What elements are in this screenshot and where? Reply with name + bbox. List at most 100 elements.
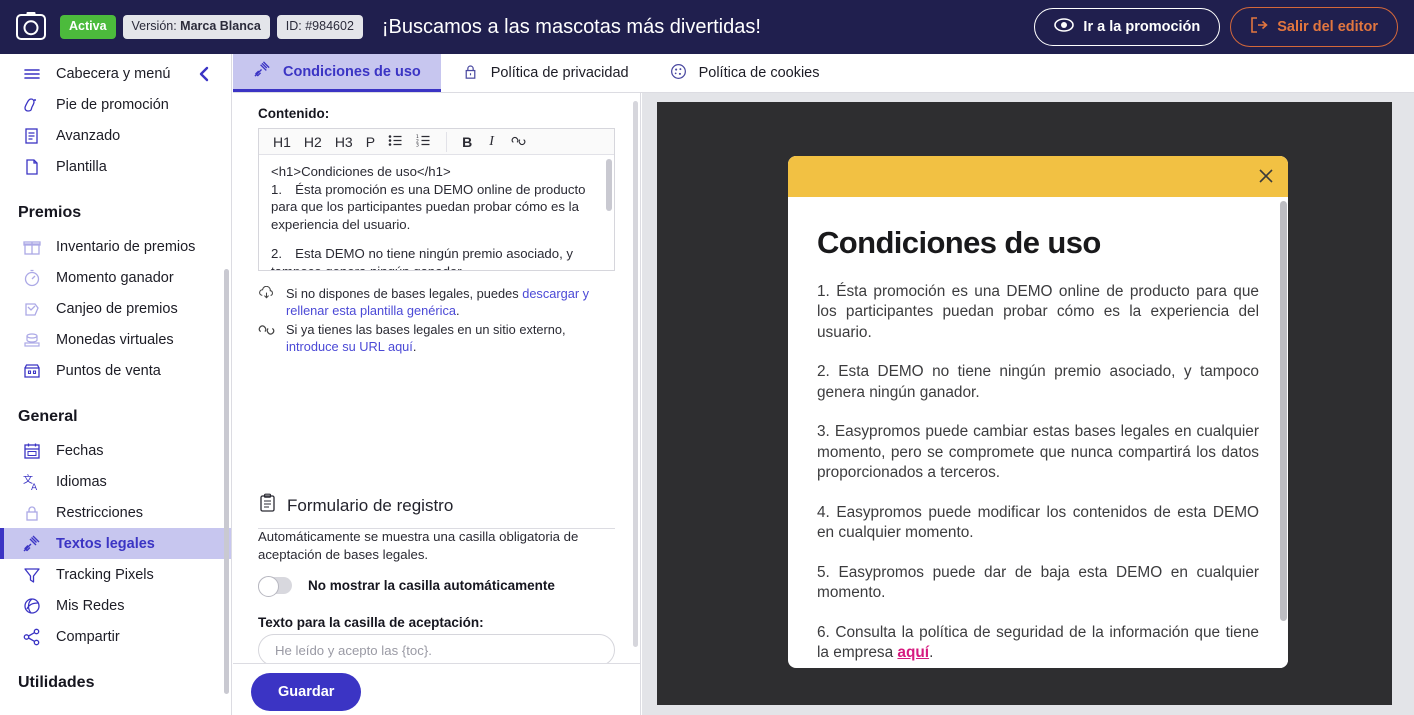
sidebar-item-label: Canjeo de premios [56, 300, 178, 317]
italic-button[interactable]: I [480, 134, 503, 150]
sidebar-item-tracking-pixels[interactable]: Tracking Pixels [0, 559, 231, 590]
sidebar-item-label: Monedas virtuales [56, 331, 174, 348]
modal-title: Condiciones de uso [817, 225, 1101, 260]
sidebar-collapse-button[interactable] [195, 65, 213, 83]
hint-text: Si no dispones de bases legales, puedes … [286, 285, 618, 320]
modal-paragraph: 5. Easypromos puede dar de baja esta DEM… [817, 563, 1259, 602]
sidebar-item-label: Compartir [56, 628, 120, 645]
link-icon [258, 321, 276, 356]
save-button[interactable]: Guardar [251, 673, 362, 711]
bold-button[interactable]: B [457, 134, 477, 150]
network-icon [22, 596, 42, 616]
sidebar-item-mis-redes[interactable]: Mis Redes [0, 590, 231, 621]
calendar-icon [22, 441, 42, 461]
toolbar-divider [446, 131, 448, 152]
sidebar-item-avanzado[interactable]: Avanzado [0, 120, 231, 151]
svg-text:A: A [31, 483, 38, 492]
modal-paragraph: 4. Easypromos puede modificar los conten… [817, 503, 1259, 542]
content-label: Contenido: [258, 106, 330, 121]
editor-scrollbar[interactable] [606, 159, 612, 269]
sidebar-item-label: Restricciones [56, 504, 144, 521]
heading1-button[interactable]: H1 [268, 134, 296, 150]
cloud-download-icon [258, 285, 276, 320]
sidebar-item-fechas[interactable]: Fechas [0, 435, 231, 466]
sidebar-item-puntos-de-venta[interactable]: Puntos de venta [0, 355, 231, 386]
accept-text-input[interactable] [258, 634, 615, 663]
editor-scrollbar-thumb[interactable] [606, 159, 612, 211]
sidebar-item-label: Tracking Pixels [56, 566, 154, 583]
sidebar-item-label: Cabecera y menú [56, 65, 171, 82]
sidebar-item-compartir[interactable]: Compartir [0, 621, 231, 652]
hint-download-template: Si no dispones de bases legales, puedes … [258, 285, 618, 320]
heading2-button[interactable]: H2 [299, 134, 327, 150]
modal-paragraph: 2. Esta DEMO no tiene ningún premio asoc… [817, 363, 1259, 401]
heading3-button[interactable]: H3 [330, 134, 358, 150]
numbered-list-icon[interactable]: 123 [411, 133, 436, 150]
view-promotion-button[interactable]: Ir a la promoción [1034, 8, 1221, 46]
sidebar-group-utilidades: Utilidades [18, 674, 95, 691]
preview-stage: Condiciones de uso 1. Ésta promoción es … [657, 102, 1392, 705]
modal-paragraph-with-link: 6. Consulta la política de seguridad de … [817, 623, 1259, 664]
sidebar-item-idiomas[interactable]: 文A Idiomas [0, 466, 231, 497]
modal-scrollbar-thumb[interactable] [1280, 201, 1287, 621]
page-title: ¡Buscamos a las mascotas más divertidas! [381, 15, 761, 38]
view-promotion-label: Ir a la promoción [1083, 19, 1201, 35]
sidebar-item-label: Textos legales [56, 535, 155, 552]
sidebar-group-general: General [18, 408, 78, 425]
logout-icon [1250, 17, 1268, 37]
editor-panel-scrollbar[interactable] [633, 101, 638, 647]
sidebar-scrollbar[interactable] [224, 269, 229, 694]
clipboard-icon [258, 493, 277, 518]
sidebar-item-restricciones[interactable]: Restricciones [0, 497, 231, 528]
page-icon [22, 157, 42, 177]
hint-text: Si ya tienes las bases legales en un sit… [286, 321, 618, 356]
editor-content[interactable]: <h1>Condiciones de uso</h1> 1. Ésta prom… [259, 155, 614, 270]
tab-politica-de-privacidad[interactable]: Política de privacidad [441, 54, 649, 92]
editor-line: 2. Esta DEMO no tiene ningún premio asoc… [271, 246, 574, 270]
paragraph-prefix: 6. Consulta la política de seguridad de … [817, 623, 1259, 662]
camera-icon [16, 14, 46, 40]
editor-line: <h1>Condiciones de uso</h1> [271, 164, 451, 179]
exit-editor-button[interactable]: Salir del editor [1230, 7, 1398, 47]
tab-condiciones-de-uso[interactable]: Condiciones de uso [233, 54, 441, 92]
sidebar-item-label: Mis Redes [56, 597, 125, 614]
modal-body: Condiciones de uso 1. Ésta promoción es … [788, 197, 1288, 668]
footer-icon [22, 95, 42, 115]
funnel-icon [22, 565, 42, 585]
lock-icon [22, 503, 42, 523]
sidebar-item-plantilla[interactable]: Plantilla [0, 151, 231, 182]
content-editor[interactable]: H1 H2 H3 P 123 B I <h1>Condiciones de us… [258, 128, 615, 271]
paragraph-button[interactable]: P [361, 134, 380, 150]
sidebar-item-label: Inventario de premios [56, 238, 196, 255]
sidebar-item-monedas-virtuales[interactable]: Monedas virtuales [0, 324, 231, 355]
editor-toolbar: H1 H2 H3 P 123 B I [259, 129, 614, 155]
hide-checkbox-toggle[interactable] [258, 576, 292, 597]
sidebar-group-premios: Premios [18, 204, 82, 221]
close-icon[interactable] [1256, 166, 1276, 186]
sidebar-item-momento-ganador[interactable]: Momento ganador [0, 262, 231, 293]
sidebar-nav: Cabecera y menú Pie de promoción Avanzad… [0, 54, 231, 701]
accept-text-label: Texto para la casilla de aceptación: [258, 615, 484, 630]
hint-prefix: Si no dispones de bases legales, puedes [286, 286, 523, 301]
version-value: Marca Blanca [180, 19, 261, 34]
modal-header [788, 156, 1288, 197]
cookie-icon [669, 62, 688, 85]
security-policy-link[interactable]: aquí [897, 644, 929, 661]
sidebar-item-label: Plantilla [56, 158, 107, 175]
tab-politica-de-cookies[interactable]: Política de cookies [649, 54, 840, 92]
bullet-list-icon[interactable] [383, 133, 408, 150]
exit-editor-label: Salir del editor [1277, 19, 1378, 35]
section-title: Formulario de registro [287, 495, 454, 515]
editor-panel: Contenido: H1 H2 H3 P 123 B I <h1>Condic… [233, 93, 641, 663]
sidebar-item-canjeo-de-premios[interactable]: Canjeo de premios [0, 293, 231, 324]
sidebar-item-textos-legales[interactable]: Textos legales [0, 528, 231, 559]
sidebar-item-label: Pie de promoción [56, 96, 169, 113]
sidebar-item-inventario-de-premios[interactable]: Inventario de premios [0, 231, 231, 262]
version-pill: Versión: Marca Blanca [122, 15, 270, 39]
sidebar-item-pie-de-promocion[interactable]: Pie de promoción [0, 89, 231, 120]
tab-label: Condiciones de uso [283, 63, 421, 80]
scroll-icon [22, 126, 42, 146]
external-url-link[interactable]: introduce su URL aquí [286, 339, 413, 354]
link-icon[interactable] [506, 133, 531, 151]
tab-label: Política de privacidad [490, 65, 629, 81]
